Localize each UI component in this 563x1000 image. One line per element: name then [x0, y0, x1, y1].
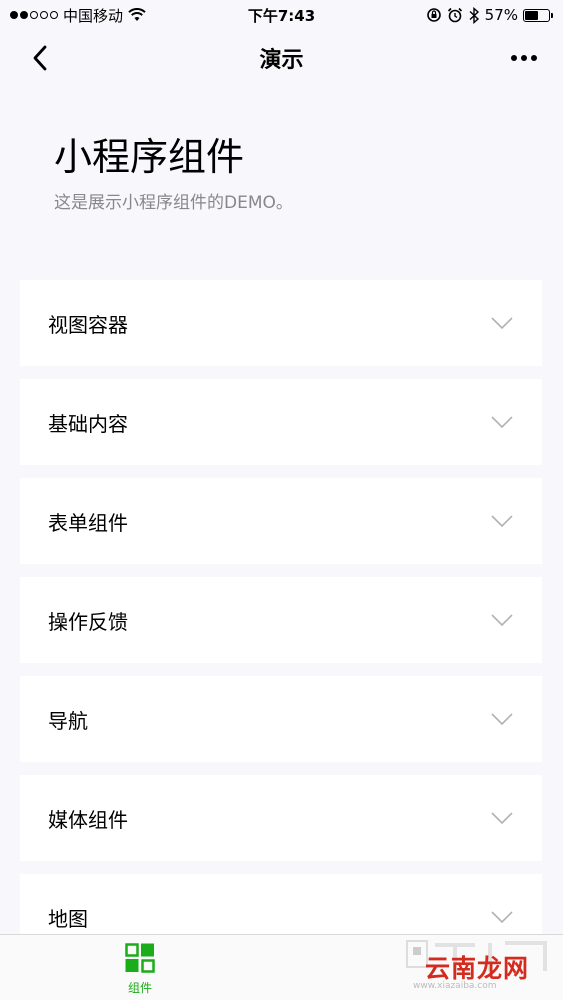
- menu-item-form-components[interactable]: 表单组件: [20, 478, 542, 564]
- back-button[interactable]: [24, 42, 56, 74]
- carrier-name: 中国移动: [63, 6, 124, 25]
- tab-components[interactable]: 组件: [110, 943, 170, 999]
- menu-item-label: 视图容器: [48, 312, 128, 337]
- wifi-icon: [128, 8, 146, 21]
- rotation-lock-icon: [426, 8, 441, 22]
- status-time: 下午7:43: [247, 6, 316, 25]
- menu-item-label: 操作反馈: [48, 609, 128, 634]
- status-left: 中国移动: [10, 5, 146, 26]
- watermark-url: www.xiazaiba.com: [413, 981, 497, 991]
- menu-item-feedback[interactable]: 操作反馈: [20, 577, 542, 663]
- chevron-left-icon: [33, 45, 47, 71]
- menu-item-label: 地图: [48, 906, 88, 931]
- grid-icon: [125, 943, 155, 973]
- menu-item-basic-content[interactable]: 基础内容: [20, 379, 542, 465]
- chevron-down-icon: [491, 416, 513, 429]
- menu-item-label: 基础内容: [48, 411, 128, 436]
- menu-item-label: 导航: [48, 708, 88, 733]
- nav-title: 演示: [259, 48, 304, 73]
- chevron-down-icon: [491, 317, 513, 330]
- battery-fill: [525, 10, 539, 20]
- status-right: 57%: [426, 6, 553, 24]
- alarm-icon: [447, 7, 462, 23]
- status-bar: 中国移动 下午7:43 57%: [0, 0, 563, 30]
- chevron-down-icon: [491, 911, 513, 924]
- chevron-down-icon: [491, 812, 513, 825]
- more-button[interactable]: [507, 42, 541, 74]
- menu-item-navigation[interactable]: 导航: [20, 676, 542, 762]
- bluetooth-icon: [469, 6, 479, 24]
- menu-item-label: 媒体组件: [48, 807, 128, 832]
- battery-percent: 57%: [484, 6, 518, 24]
- page-description: 这是展示小程序组件的DEMO。: [54, 193, 293, 213]
- signal-icon: [10, 11, 58, 19]
- chevron-down-icon: [491, 713, 513, 726]
- chevron-down-icon: [491, 515, 513, 528]
- menu-item-media[interactable]: 媒体组件: [20, 775, 542, 861]
- tab-label: 组件: [127, 981, 152, 995]
- watermark: 云南龙网 www.xiazaiba.com: [405, 937, 555, 992]
- more-dots-icon: [511, 55, 517, 61]
- menu-item-view-container[interactable]: 视图容器: [20, 280, 542, 366]
- nav-bar: 演示: [0, 30, 563, 86]
- watermark-text: 云南龙网: [425, 954, 530, 983]
- chevron-down-icon: [491, 614, 513, 627]
- component-menu: 视图容器 基础内容 表单组件 操作反馈 导航 媒体组件 地图: [20, 280, 542, 973]
- menu-item-label: 表单组件: [48, 510, 128, 535]
- page-title: 小程序组件: [54, 135, 245, 179]
- battery-icon: [523, 8, 553, 22]
